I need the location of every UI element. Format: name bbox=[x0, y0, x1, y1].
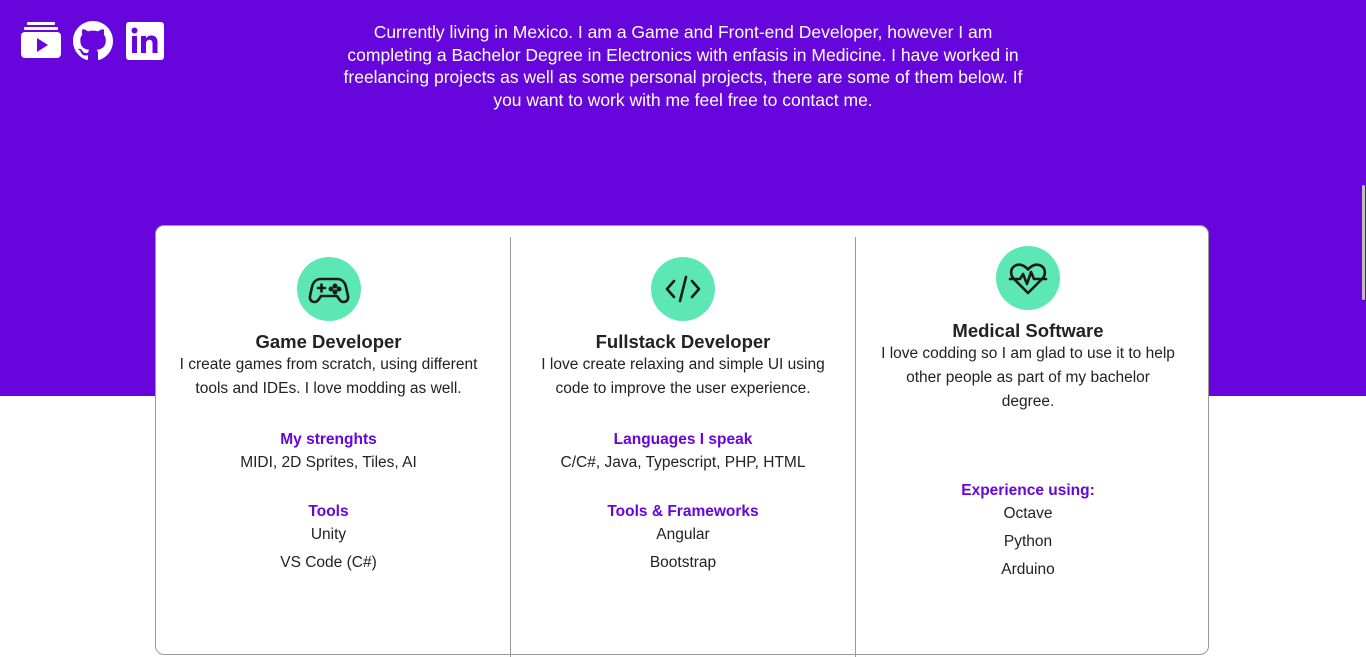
column-description: I love create relaxing and simple UI usi… bbox=[541, 356, 825, 397]
list-item: Bootstrap bbox=[649, 554, 717, 571]
list-item: C/C#, Java, Typescript, PHP, HTML bbox=[560, 454, 806, 471]
column-title: Fullstack Developer bbox=[595, 331, 771, 352]
github-link[interactable] bbox=[73, 21, 113, 61]
code-icon bbox=[665, 275, 701, 303]
column-description: I love codding so I am glad to use it to… bbox=[881, 345, 1175, 410]
experience-heading: Experience using: bbox=[961, 482, 1095, 499]
youtube-icon bbox=[21, 22, 61, 58]
list-item: Python bbox=[1003, 533, 1053, 550]
icon-badge bbox=[996, 246, 1060, 310]
column-title: Medical Software bbox=[952, 320, 1104, 341]
youtube-link[interactable] bbox=[21, 21, 61, 61]
list-item: Angular bbox=[656, 526, 710, 543]
list-item: Unity bbox=[310, 526, 347, 543]
linkedin-icon bbox=[126, 22, 164, 60]
social-links bbox=[21, 21, 165, 61]
gamepad-icon bbox=[308, 277, 349, 304]
list-item: Octave bbox=[1003, 505, 1053, 522]
column-game-developer: Game Developer I create games from scrat… bbox=[156, 237, 501, 657]
frameworks-heading: Tools & Frameworks bbox=[607, 503, 759, 520]
list-item: VS Code (C#) bbox=[280, 554, 377, 571]
list-item: Arduino bbox=[1001, 561, 1055, 578]
column-title: Game Developer bbox=[255, 331, 402, 352]
list-item: MIDI, 2D Sprites, Tiles, AI bbox=[240, 454, 417, 471]
column-medical-software: Medical Software I love codding so I am … bbox=[855, 237, 1200, 657]
icon-badge bbox=[296, 257, 361, 321]
icon-badge bbox=[651, 257, 715, 321]
tools-heading: Tools bbox=[308, 503, 349, 520]
scrollbar-thumb[interactable] bbox=[1362, 185, 1365, 300]
strengths-heading: My strenghts bbox=[280, 431, 377, 448]
intro-text: Currently living in Mexico. I am a Game … bbox=[343, 22, 1023, 110]
skills-card: Game Developer I create games from scrat… bbox=[155, 225, 1209, 657]
github-icon bbox=[73, 21, 113, 61]
linkedin-link[interactable] bbox=[125, 21, 165, 61]
languages-heading: Languages I speak bbox=[613, 431, 753, 448]
column-description: I create games from scratch, using diffe… bbox=[179, 356, 478, 397]
column-fullstack-developer: Fullstack Developer I love create relaxi… bbox=[510, 237, 855, 657]
heart-pulse-icon bbox=[1008, 263, 1048, 295]
